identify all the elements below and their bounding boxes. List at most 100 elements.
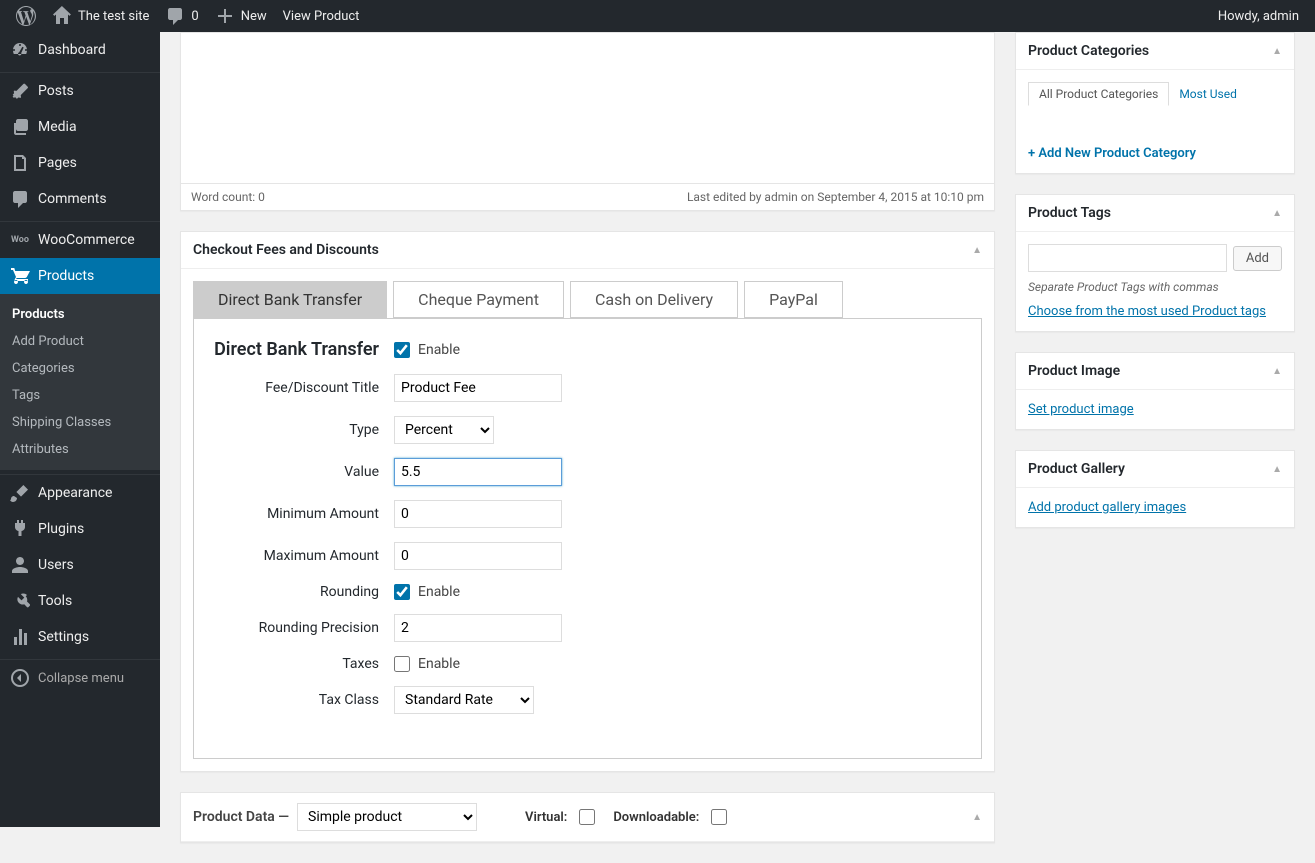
value-label: Value bbox=[204, 464, 394, 480]
site-name[interactable]: The test site bbox=[44, 0, 157, 32]
site-title-text: The test site bbox=[78, 9, 149, 24]
title-input[interactable] bbox=[394, 374, 562, 402]
submenu-shipping-classes[interactable]: Shipping Classes bbox=[0, 409, 160, 436]
wrench-icon bbox=[10, 591, 30, 611]
admin-bar-left: The test site 0 New View Product bbox=[8, 0, 367, 32]
menu-pages[interactable]: Pages bbox=[0, 145, 160, 181]
menu-settings[interactable]: Settings bbox=[0, 619, 160, 655]
tax-class-select[interactable]: Standard Rate bbox=[394, 686, 534, 714]
cart-icon bbox=[10, 266, 30, 286]
tab-cheque-payment[interactable]: Cheque Payment bbox=[393, 281, 564, 318]
tag-input[interactable] bbox=[1028, 244, 1227, 272]
menu-users[interactable]: Users bbox=[0, 547, 160, 583]
type-select[interactable]: Percent bbox=[394, 416, 494, 444]
howdy-user[interactable]: Howdy, admin bbox=[1210, 0, 1307, 32]
collapse-icon[interactable]: ▲ bbox=[972, 812, 982, 823]
min-label: Minimum Amount bbox=[204, 506, 394, 522]
comment-icon bbox=[10, 189, 30, 209]
editor-box: Word count: 0 Last edited by admin on Se… bbox=[180, 32, 995, 211]
enable-label: Enable bbox=[418, 342, 460, 358]
menu-label: Users bbox=[38, 557, 74, 573]
comments-link[interactable]: 0 bbox=[157, 0, 206, 32]
page-icon bbox=[10, 153, 30, 173]
woo-icon: Woo bbox=[10, 230, 30, 250]
virtual-checkbox[interactable] bbox=[579, 809, 595, 825]
submenu-attributes[interactable]: Attributes bbox=[0, 436, 160, 463]
rounding-checkbox[interactable] bbox=[394, 584, 410, 600]
add-gallery-link[interactable]: Add product gallery images bbox=[1028, 500, 1186, 515]
collapse-icon bbox=[10, 668, 30, 688]
checkout-fees-postbox: Checkout Fees and Discounts ▲ Direct Ban… bbox=[180, 231, 995, 772]
downloadable-checkbox[interactable] bbox=[711, 809, 727, 825]
editor-body[interactable] bbox=[181, 33, 994, 183]
plus-icon bbox=[215, 6, 235, 26]
category-tabs: All Product Categories Most Used bbox=[1028, 82, 1282, 106]
new-content[interactable]: New bbox=[207, 0, 275, 32]
collapse-icon[interactable]: ▲ bbox=[1272, 464, 1282, 475]
last-edited: Last edited by admin on September 4, 201… bbox=[687, 190, 984, 204]
menu-woocommerce[interactable]: Woo WooCommerce bbox=[0, 222, 160, 258]
submenu-add-product[interactable]: Add Product bbox=[0, 328, 160, 355]
new-label: New bbox=[241, 9, 267, 24]
content: Word count: 0 Last edited by admin on Se… bbox=[160, 32, 1315, 863]
pin-icon bbox=[10, 81, 30, 101]
min-input[interactable] bbox=[394, 500, 562, 528]
collapse-icon[interactable]: ▲ bbox=[1272, 46, 1282, 57]
menu-label: Settings bbox=[38, 629, 89, 645]
value-input[interactable] bbox=[394, 458, 562, 486]
menu-comments[interactable]: Comments bbox=[0, 181, 160, 217]
user-icon bbox=[10, 555, 30, 575]
tab-most-used[interactable]: Most Used bbox=[1169, 82, 1247, 106]
menu-label: Dashboard bbox=[38, 42, 106, 58]
taxes-checkbox[interactable] bbox=[394, 656, 410, 672]
submenu-products: Products Add Product Categories Tags Shi… bbox=[0, 294, 160, 470]
howdy-text: Howdy, admin bbox=[1218, 9, 1299, 24]
add-category-link[interactable]: + Add New Product Category bbox=[1028, 146, 1196, 161]
product-data-header: Product Data — Simple product Virtual: D… bbox=[181, 793, 994, 842]
postbox-header: Checkout Fees and Discounts ▲ bbox=[181, 232, 994, 269]
collapse-icon[interactable]: ▲ bbox=[972, 245, 982, 256]
postbox-title: Product Tags bbox=[1028, 205, 1111, 221]
submenu-tags[interactable]: Tags bbox=[0, 382, 160, 409]
plugin-icon bbox=[10, 519, 30, 539]
menu-dashboard[interactable]: Dashboard bbox=[0, 32, 160, 68]
tab-cash-on-delivery[interactable]: Cash on Delivery bbox=[570, 281, 738, 318]
menu-tools[interactable]: Tools bbox=[0, 583, 160, 619]
menu-label: Comments bbox=[38, 191, 107, 207]
precision-input[interactable] bbox=[394, 614, 562, 642]
gateway-heading: Direct Bank Transfer bbox=[204, 339, 394, 360]
menu-posts[interactable]: Posts bbox=[0, 73, 160, 109]
product-gallery-postbox: Product Gallery ▲ Add product gallery im… bbox=[1015, 450, 1295, 528]
wordpress-icon bbox=[16, 6, 36, 26]
media-icon bbox=[10, 117, 30, 137]
collapse-icon[interactable]: ▲ bbox=[1272, 366, 1282, 377]
enable-checkbox[interactable] bbox=[394, 342, 410, 358]
comments-count: 0 bbox=[191, 9, 198, 24]
settings-icon bbox=[10, 627, 30, 647]
menu-media[interactable]: Media bbox=[0, 109, 160, 145]
wp-logo[interactable] bbox=[8, 0, 44, 32]
product-data-title: Product Data — bbox=[193, 809, 289, 825]
menu-label: Products bbox=[38, 268, 94, 284]
add-tag-button[interactable]: Add bbox=[1233, 246, 1282, 271]
gateway-tabs: Direct Bank Transfer Cheque Payment Cash… bbox=[193, 281, 982, 318]
home-icon bbox=[52, 6, 72, 26]
max-input[interactable] bbox=[394, 542, 562, 570]
menu-appearance[interactable]: Appearance bbox=[0, 475, 160, 511]
menu-collapse[interactable]: Collapse menu bbox=[0, 660, 160, 696]
tab-direct-bank-transfer[interactable]: Direct Bank Transfer bbox=[193, 281, 387, 318]
submenu-categories[interactable]: Categories bbox=[0, 355, 160, 382]
tab-paypal[interactable]: PayPal bbox=[744, 281, 843, 318]
title-label: Fee/Discount Title bbox=[204, 380, 394, 396]
postbox-title: Product Categories bbox=[1028, 43, 1149, 59]
menu-plugins[interactable]: Plugins bbox=[0, 511, 160, 547]
collapse-icon[interactable]: ▲ bbox=[1272, 208, 1282, 219]
tab-all-categories[interactable]: All Product Categories bbox=[1028, 82, 1169, 106]
menu-products[interactable]: Products bbox=[0, 258, 160, 294]
submenu-products-list[interactable]: Products bbox=[0, 301, 160, 328]
choose-tags-link[interactable]: Choose from the most used Product tags bbox=[1028, 304, 1266, 319]
comment-icon bbox=[165, 6, 185, 26]
menu-label: Collapse menu bbox=[38, 671, 124, 686]
set-image-link[interactable]: Set product image bbox=[1028, 402, 1134, 417]
view-product-link[interactable]: View Product bbox=[275, 0, 368, 32]
